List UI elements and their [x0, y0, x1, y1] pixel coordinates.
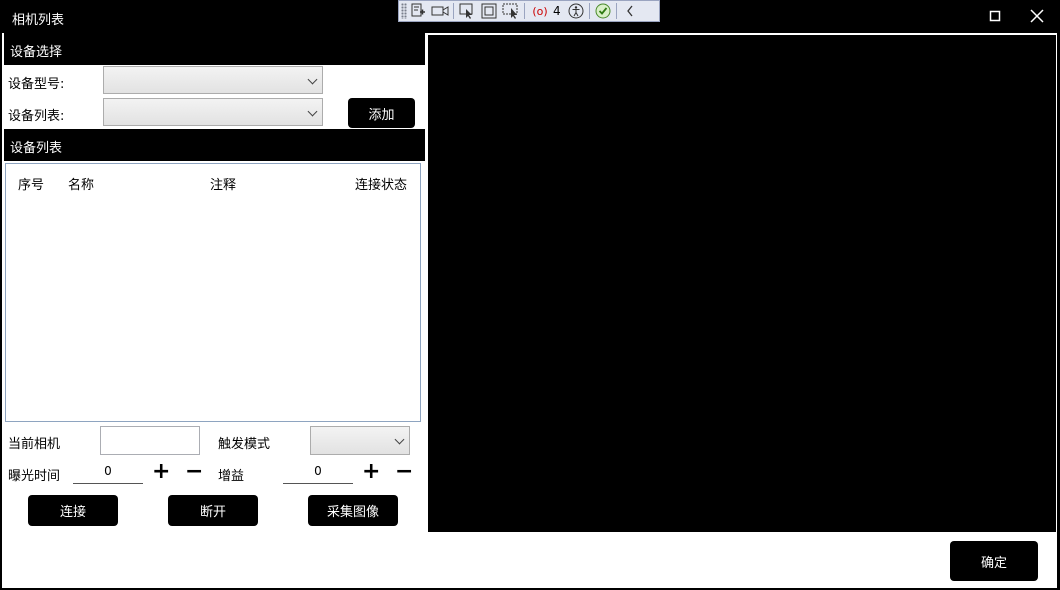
ok-button[interactable]: 确定	[950, 541, 1038, 581]
camera-preview	[428, 35, 1056, 532]
binding-failure-glyph: (o)	[532, 4, 548, 18]
gain-label: 增益	[218, 469, 245, 484]
track-focused-element-icon[interactable]	[500, 1, 522, 21]
current-camera-field[interactable]	[100, 426, 200, 455]
device-select-header: 设备选择	[4, 33, 425, 65]
gain-increase-button[interactable]: +	[362, 461, 380, 483]
add-button[interactable]: 添加	[348, 98, 415, 128]
gain-decrease-button[interactable]: −	[395, 461, 413, 483]
column-header-comment[interactable]: 注释	[210, 174, 236, 193]
trigger-mode-combobox[interactable]	[310, 426, 410, 455]
chevron-down-icon	[307, 106, 318, 117]
collapse-toolbar-icon[interactable]	[619, 1, 641, 21]
chevron-down-icon	[394, 434, 405, 445]
connect-button[interactable]: 连接	[28, 495, 118, 526]
device-list-header: 设备列表	[4, 129, 425, 161]
toolbar-separator	[615, 3, 617, 19]
display-layout-adorners-icon[interactable]	[478, 1, 500, 21]
camera-record-icon[interactable]	[429, 1, 451, 21]
exposure-increase-button[interactable]: +	[152, 461, 170, 483]
device-list-combobox[interactable]	[103, 98, 323, 126]
binding-failures-count: 4	[553, 4, 561, 18]
current-camera-label: 当前相机	[8, 437, 61, 452]
toolbar-separator	[453, 3, 454, 19]
maximize-button[interactable]	[980, 4, 1010, 28]
toolbar-separator	[524, 3, 525, 19]
window-title: 相机列表	[12, 13, 65, 28]
toolbar-separator	[588, 3, 590, 19]
exposure-time-input[interactable]: 0	[73, 464, 143, 484]
close-button[interactable]	[1022, 4, 1052, 28]
column-header-connection-status[interactable]: 连接状态	[355, 174, 407, 193]
window-content: 设备选择 设备型号: 设备列表: 添加 设备列表 序号 名称 注释 连接状态 当…	[2, 33, 1057, 588]
exposure-time-label: 曝光时间	[8, 469, 61, 484]
chevron-down-icon	[307, 74, 318, 85]
gain-input[interactable]: 0	[283, 464, 353, 484]
device-list-table[interactable]: 序号 名称 注释 连接状态	[5, 163, 421, 422]
binding-failures-icon[interactable]: (o)	[527, 1, 553, 21]
accessibility-icon[interactable]	[565, 1, 587, 21]
disconnect-button[interactable]: 断开	[168, 495, 258, 526]
column-header-name[interactable]: 名称	[68, 174, 94, 193]
device-model-combobox[interactable]	[103, 66, 323, 94]
device-list-label: 设备列表:	[8, 109, 65, 124]
maximize-icon	[989, 10, 1001, 22]
camera-list-window: 相机列表 (o) 4 设备选择 设备型号: 设备列表: 添加 设备列表 序号 名…	[0, 0, 1060, 590]
select-element-icon[interactable]	[456, 1, 478, 21]
column-header-index[interactable]: 序号	[18, 174, 44, 193]
title-bar: 相机列表 (o) 4	[0, 0, 1060, 33]
hot-reload-ok-icon[interactable]	[592, 1, 614, 21]
close-icon	[1030, 9, 1044, 23]
trigger-mode-label: 触发模式	[218, 437, 271, 452]
live-visual-tree-icon[interactable]	[407, 1, 429, 21]
device-model-label: 设备型号:	[8, 77, 65, 92]
exposure-decrease-button[interactable]: −	[185, 461, 203, 483]
capture-image-button[interactable]: 采集图像	[308, 495, 398, 526]
debug-toolbar: (o) 4	[398, 0, 660, 22]
